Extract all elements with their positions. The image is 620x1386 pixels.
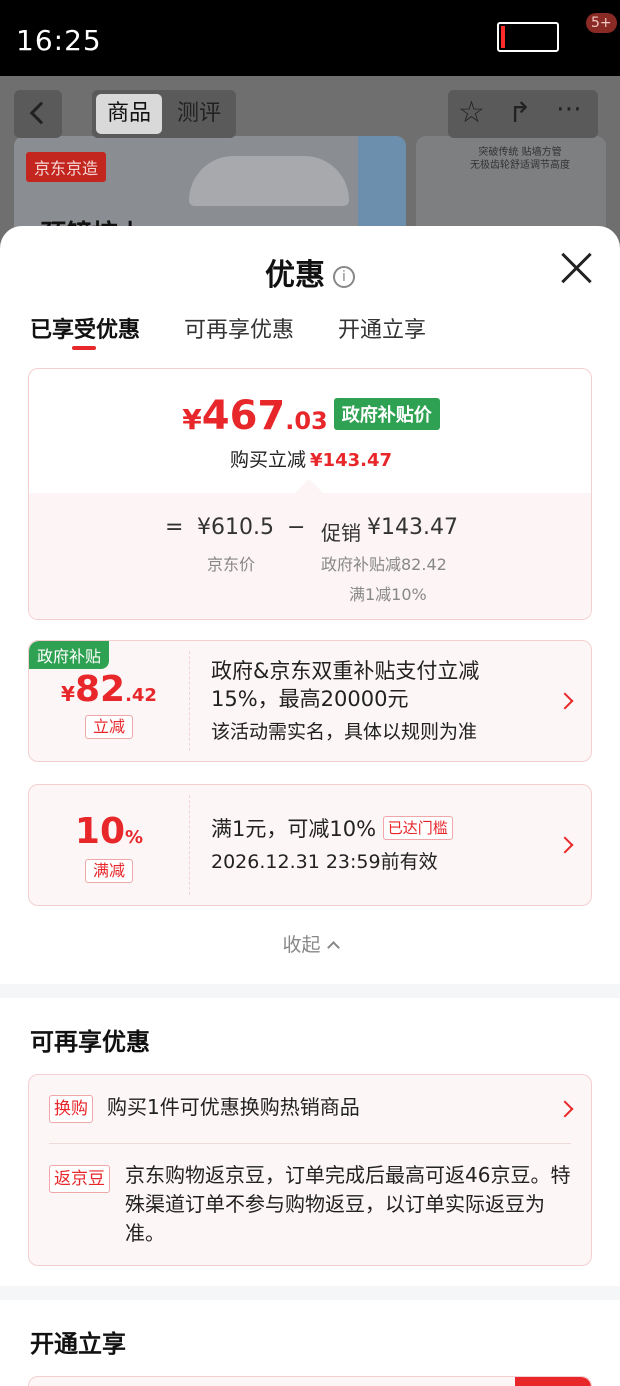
- section-divider: [0, 1286, 620, 1300]
- price-summary-card: ¥467.03 政府补贴价 购买立减 ¥143.47 = ¥610.5 − 促销 ¥…: [28, 368, 592, 620]
- coupon-value-int: 10: [74, 811, 126, 852]
- more-discounts-card: 换购 购买1件可优惠换购热销商品 返京豆 京东购物返京豆，订单完成后最高可返46…: [28, 1074, 592, 1266]
- final-price-dec: .03: [285, 407, 328, 435]
- coupon-kind: 立减: [85, 715, 133, 739]
- promo-amount: ¥143.47: [367, 515, 458, 540]
- more-icon[interactable]: ⋯: [556, 94, 584, 124]
- tab-product[interactable]: 商品: [96, 94, 162, 134]
- tab-enjoyed[interactable]: 已享受优惠: [30, 312, 140, 344]
- chevron-up-icon: [326, 941, 340, 954]
- back-button[interactable]: [14, 90, 62, 138]
- notification-badge: 5+: [586, 13, 617, 33]
- coupon-note: 该活动需实名，具体以规则为准: [211, 721, 478, 743]
- shower-head-shape: [189, 156, 349, 206]
- close-icon[interactable]: [558, 250, 594, 286]
- coupon-condition: 满1元，可减10%: [211, 817, 377, 841]
- tab-review[interactable]: 测评: [166, 94, 232, 134]
- battery-icon: [497, 22, 559, 52]
- product-page-background: 突破传统 贴墙方管 无极齿轮舒适调节高度 京东京造 颈镜按上 商品 测评 ☆ ↱…: [0, 76, 620, 246]
- active-tab-indicator: [72, 346, 96, 350]
- image-caption: 突破传统 贴墙方管 无极齿轮舒适调节高度: [470, 147, 570, 171]
- purchase-reduction: 购买立减 ¥143.47: [29, 445, 591, 472]
- chevron-right-icon[interactable]: [556, 1100, 574, 1118]
- coupon-divider: [189, 651, 190, 751]
- equals-sign: =: [165, 515, 184, 540]
- gov-subsidy-price-tag: 政府补贴价: [333, 398, 440, 430]
- status-time: 16:25: [16, 24, 102, 57]
- more-discounts-title: 可再享优惠: [30, 1028, 150, 1056]
- threshold-reached-badge: 已达门槛: [382, 816, 453, 840]
- chevron-left-icon: [29, 101, 53, 125]
- collapse-button[interactable]: 收起: [0, 930, 620, 957]
- status-bar: 16:25: [0, 0, 620, 76]
- coupon-description: 满1元，可减10% 已达门槛: [211, 815, 541, 843]
- discount-sheet: 优惠 i 已享受优惠 可再享优惠 开通立享 ¥467.03 政府补贴价 购买立减 ¥1…: [0, 226, 620, 1386]
- jd-beans-text: 京东购物返京豆，订单完成后最高可返46京豆。特殊渠道订单不参与购物返豆，以订单实…: [125, 1163, 571, 1245]
- coupon-kind: 满减: [85, 859, 133, 883]
- trade-in-tag: 换购: [49, 1095, 93, 1123]
- coupon-validity: 2026.12.31 23:59前有效: [211, 851, 438, 873]
- jd-beans-tag: 返京豆: [49, 1165, 110, 1193]
- coupon-description: 政府&京东双重补贴支付立减15%，最高20000元: [211, 659, 480, 711]
- brand-tag: 京东京造: [26, 152, 107, 182]
- minus-sign: −: [287, 515, 306, 540]
- coupon-threshold-discount[interactable]: 10% 满减 满1元，可减10% 已达门槛 2026.12.31 23:59前有…: [28, 784, 592, 906]
- coupon-value-int: 82: [74, 669, 126, 710]
- open-now-button[interactable]: [515, 1377, 591, 1386]
- coupon-value-unit: %: [125, 827, 144, 848]
- final-price-int: 467: [201, 393, 286, 439]
- jd-price: ¥610.5: [197, 515, 274, 540]
- reduce-label: 购买立减: [230, 449, 307, 471]
- tab-open-now[interactable]: 开通立享: [338, 312, 426, 344]
- top-actions: ☆ ↱ ⋯: [448, 90, 598, 138]
- final-price: ¥467.03 政府补贴价: [29, 393, 591, 439]
- jd-price-label: 京东价: [207, 555, 256, 574]
- battery-level: [501, 26, 506, 48]
- section-divider: [0, 984, 620, 998]
- open-now-card[interactable]: [28, 1376, 592, 1386]
- reduce-amount: ¥143.47: [310, 450, 392, 471]
- coupon-gov-subsidy[interactable]: 政府补贴 ¥82.42 立减 政府&京东双重补贴支付立减15%，最高20000元…: [28, 640, 592, 762]
- coupon-currency: ¥: [61, 682, 75, 706]
- share-icon[interactable]: ↱: [508, 98, 531, 128]
- coupon-value: 10%: [29, 811, 189, 852]
- sheet-title-text: 优惠: [265, 258, 325, 293]
- chevron-right-icon: [556, 692, 574, 710]
- coupon-value: ¥82.42: [29, 669, 189, 710]
- info-icon[interactable]: i: [333, 266, 355, 288]
- coupon-value-dec: .42: [125, 685, 157, 706]
- row-separator: [49, 1143, 571, 1144]
- trade-in-text[interactable]: 购买1件可优惠换购热销商品: [107, 1093, 360, 1122]
- open-now-title: 开通立享: [30, 1330, 126, 1358]
- tab-more-available[interactable]: 可再享优惠: [184, 312, 294, 344]
- gov-subsidy-tag: 政府补贴: [29, 641, 110, 669]
- coupon-divider: [189, 795, 190, 895]
- collapse-label: 收起: [282, 934, 321, 956]
- chevron-right-icon: [556, 836, 574, 854]
- promo-label: 促销: [321, 521, 361, 545]
- promo-sub-gov: 政府补贴减82.42: [321, 555, 447, 574]
- star-icon[interactable]: ☆: [458, 98, 485, 128]
- page-tabs: 商品 测评: [92, 90, 236, 138]
- price-breakdown-area: [29, 493, 591, 619]
- sheet-title: 优惠 i: [0, 250, 620, 294]
- promo-sub-threshold: 满1减10%: [349, 585, 427, 604]
- final-price-currency: ¥: [182, 403, 202, 436]
